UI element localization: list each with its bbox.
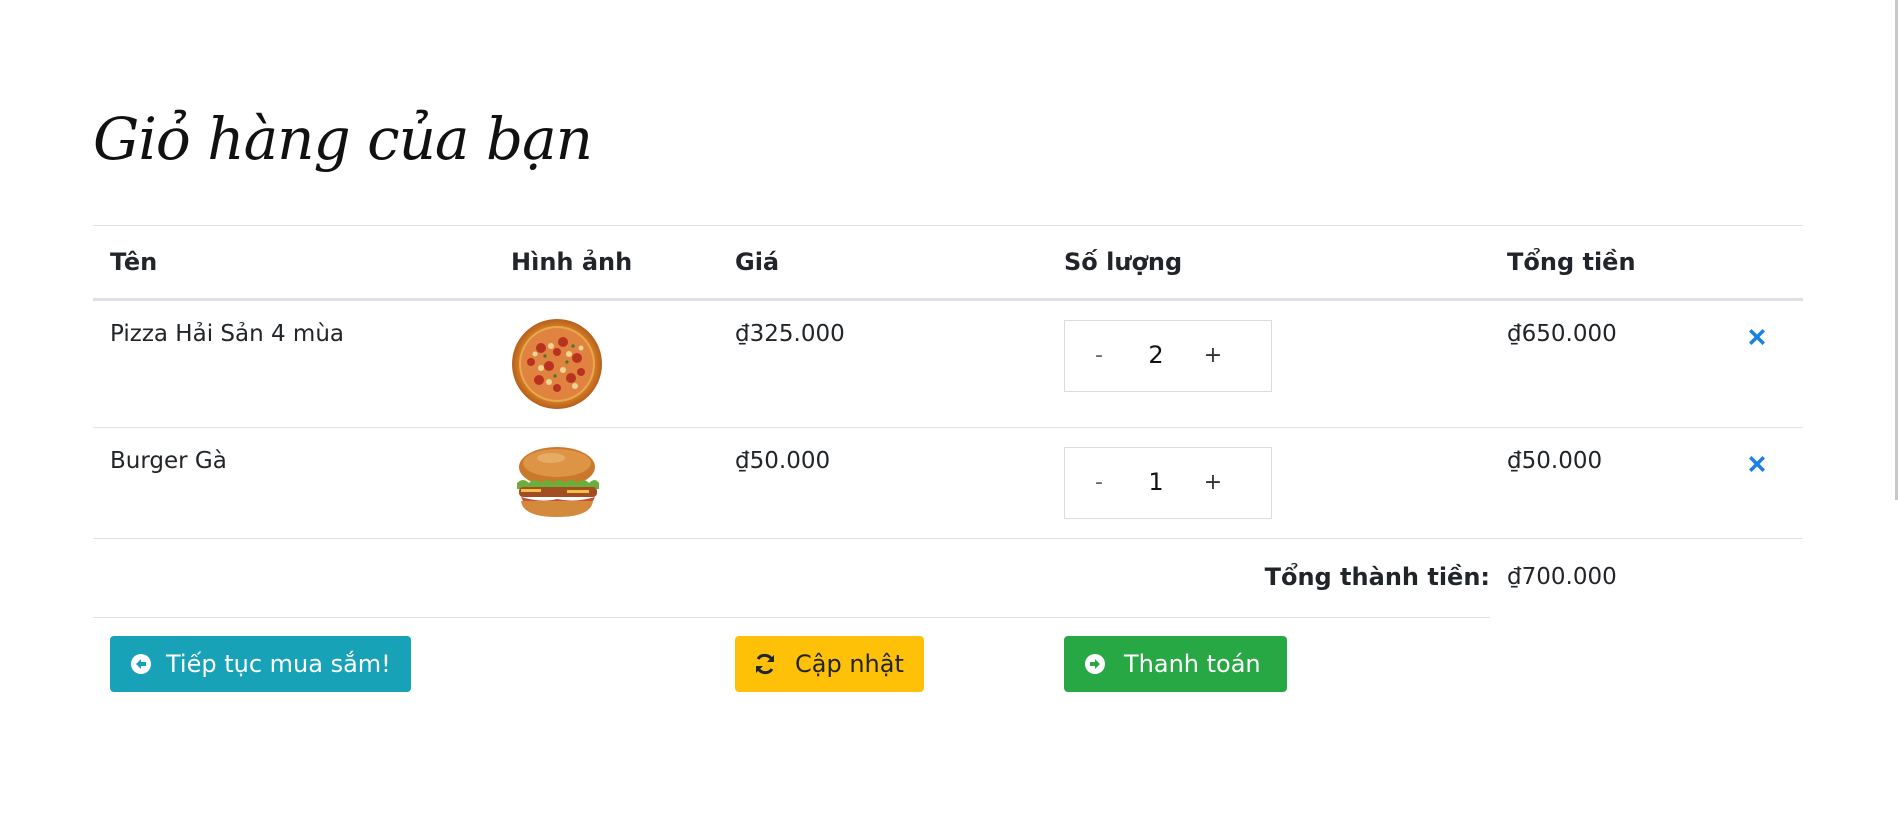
summary-row: Tổng thành tiền: ₫700.000 (93, 538, 1803, 618)
times-icon[interactable] (1745, 452, 1769, 476)
item-remove-cell (1718, 427, 1803, 539)
summary-label: Tổng thành tiền: (93, 538, 1490, 618)
quantity-input[interactable]: 2 (1133, 339, 1179, 373)
item-quantity-cell: - 1 + (1047, 427, 1490, 539)
checkout-cell: Thanh toán (1047, 618, 1490, 710)
table-row: Pizza Hải Sản 4 mùa ₫325.000 - 2 + ₫650.… (93, 299, 1803, 428)
item-remove-cell (1718, 299, 1803, 428)
arrow-circle-right-icon (1085, 654, 1105, 674)
item-total: ₫650.000 (1490, 299, 1718, 428)
item-quantity-cell: - 2 + (1047, 299, 1490, 428)
update-cart-label: Cập nhật (795, 650, 904, 678)
continue-shopping-label: Tiếp tục mua sắm! (166, 650, 391, 678)
quantity-decrease-button[interactable]: - (1065, 468, 1133, 499)
header-total: Tổng tiền (1490, 225, 1718, 301)
page-title: Giỏ hàng của bạn (93, 105, 593, 173)
quantity-input[interactable]: 1 (1133, 466, 1179, 500)
item-image-cell (494, 299, 718, 428)
update-cart-button[interactable]: Cập nhật (735, 636, 924, 692)
item-total: ₫50.000 (1490, 427, 1718, 539)
header-actions (1718, 225, 1803, 301)
quantity-increase-button[interactable]: + (1179, 468, 1247, 499)
item-name: Burger Gà (93, 427, 494, 539)
header-price: Giá (718, 225, 1047, 301)
checkout-button[interactable]: Thanh toán (1064, 636, 1287, 692)
actions-row: Tiếp tục mua sắm! Cập nhật Thanh toán (93, 618, 1803, 710)
arrow-circle-left-icon (131, 654, 151, 674)
checkout-label: Thanh toán (1124, 650, 1261, 678)
pizza-image (512, 319, 602, 409)
table-row: Burger Gà ₫50.000 - 1 + ₫50.000 (93, 427, 1803, 539)
header-image: Hình ảnh (494, 225, 718, 301)
quantity-stepper: - 1 + (1064, 447, 1272, 519)
item-price: ₫325.000 (718, 299, 1047, 428)
update-cell: Cập nhật (718, 618, 1047, 710)
quantity-stepper: - 2 + (1064, 320, 1272, 392)
item-image-cell (494, 427, 718, 539)
cart-table: Tên Hình ảnh Giá Số lượng Tổng tiền Pizz… (93, 225, 1803, 709)
continue-shopping-button[interactable]: Tiếp tục mua sắm! (110, 636, 411, 692)
item-price: ₫50.000 (718, 427, 1047, 539)
times-icon[interactable] (1745, 325, 1769, 349)
refresh-icon (756, 653, 774, 675)
header-name: Tên (93, 225, 494, 301)
quantity-decrease-button[interactable]: - (1065, 341, 1133, 372)
header-quantity: Số lượng (1047, 225, 1490, 301)
continue-cell: Tiếp tục mua sắm! (93, 618, 718, 710)
burger-image (517, 447, 599, 517)
quantity-increase-button[interactable]: + (1179, 341, 1247, 372)
summary-value: ₫700.000 (1507, 564, 1617, 590)
cart-page: Giỏ hàng của bạn Tên Hình ảnh Giá Số lượ… (0, 0, 1898, 834)
item-name: Pizza Hải Sản 4 mùa (93, 299, 494, 428)
table-header-row: Tên Hình ảnh Giá Số lượng Tổng tiền (93, 225, 1803, 301)
